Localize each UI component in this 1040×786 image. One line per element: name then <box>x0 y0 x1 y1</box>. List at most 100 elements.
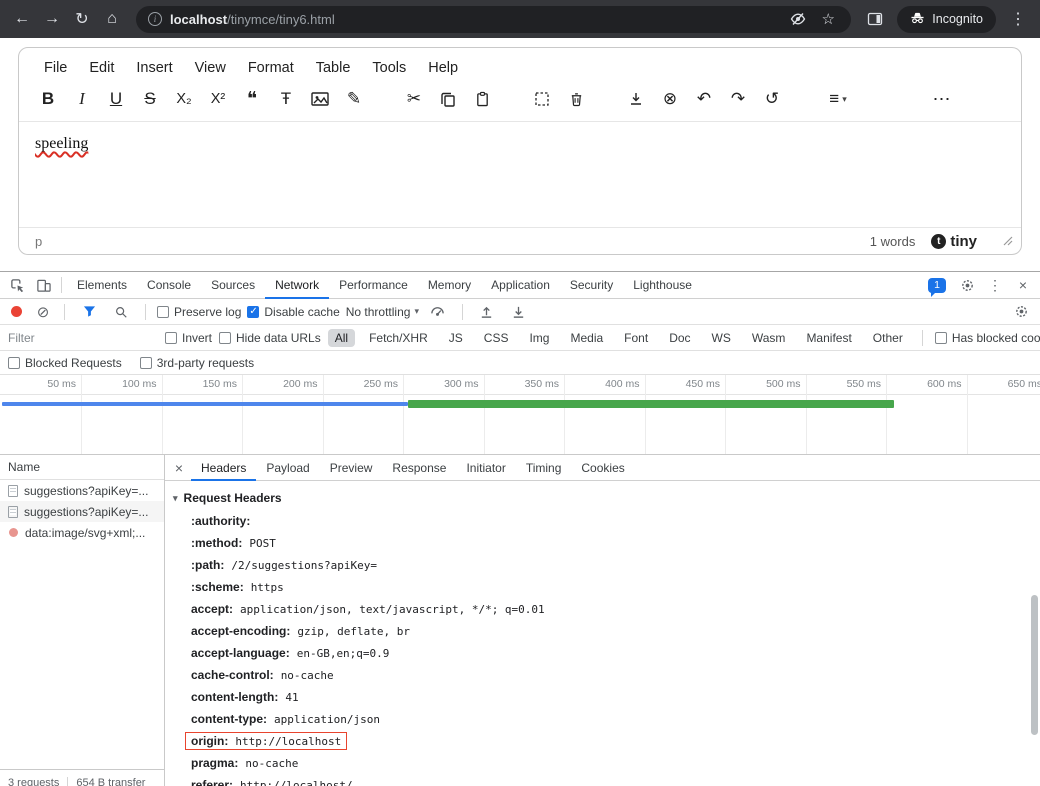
filter-chip-other[interactable]: Other <box>866 329 910 347</box>
undo-icon[interactable]: ↶ <box>687 85 721 113</box>
cut-icon[interactable]: ✂ <box>397 85 431 113</box>
disable-cache-checkbox[interactable]: Disable cache <box>247 305 339 319</box>
clear-icon[interactable]: ⊘ <box>33 303 53 321</box>
forward-icon[interactable]: → <box>38 5 66 33</box>
filter-chip-font[interactable]: Font <box>617 329 655 347</box>
misspelled-word[interactable]: speeling <box>35 135 88 152</box>
underline-icon[interactable]: U <box>99 85 133 113</box>
tab-memory[interactable]: Memory <box>418 272 481 299</box>
request-headers-section-toggle[interactable]: ▾ Request Headers <box>173 491 1040 505</box>
tab-elements[interactable]: Elements <box>67 272 137 299</box>
tab-initiator[interactable]: Initiator <box>456 455 515 481</box>
issues-counter-badge[interactable]: 1 <box>928 278 946 293</box>
export-har-icon[interactable] <box>506 299 532 325</box>
device-toolbar-icon[interactable] <box>30 272 56 298</box>
import-har-icon[interactable] <box>474 299 500 325</box>
waterfall-bar[interactable] <box>2 402 408 406</box>
filter-chip-fetch-xhr[interactable]: Fetch/XHR <box>362 329 435 347</box>
menu-help[interactable]: Help <box>419 57 467 79</box>
filter-chip-wasm[interactable]: Wasm <box>745 329 793 347</box>
more-toolbar-icon[interactable]: ⋯ <box>925 85 959 113</box>
reload-icon[interactable]: ↻ <box>68 5 96 33</box>
tab-timing[interactable]: Timing <box>516 455 572 481</box>
request-row[interactable]: suggestions?apiKey=... <box>0 501 164 522</box>
tab-application[interactable]: Application <box>481 272 560 299</box>
tab-security[interactable]: Security <box>560 272 623 299</box>
filter-chip-img[interactable]: Img <box>522 329 556 347</box>
menu-edit[interactable]: Edit <box>80 57 123 79</box>
search-icon[interactable] <box>108 299 134 325</box>
delete-icon[interactable] <box>559 85 593 113</box>
cancel-icon[interactable]: ⊗ <box>653 85 687 113</box>
bookmark-star-icon[interactable]: ☆ <box>817 10 839 28</box>
tab-lighthouse[interactable]: Lighthouse <box>623 272 702 299</box>
paste-icon[interactable] <box>465 85 499 113</box>
blocked-requests-checkbox[interactable]: Blocked Requests <box>8 356 122 370</box>
side-panel-icon[interactable] <box>861 5 889 33</box>
devtools-close-icon[interactable]: × <box>1010 272 1036 298</box>
name-column-header[interactable]: Name <box>0 455 164 480</box>
eye-off-icon[interactable] <box>787 11 809 27</box>
scrollbar-thumb[interactable] <box>1031 595 1038 735</box>
filter-chip-doc[interactable]: Doc <box>662 329 697 347</box>
close-details-icon[interactable]: × <box>167 460 191 476</box>
waterfall-bar[interactable] <box>408 400 894 408</box>
restore-draft-icon[interactable]: ↺ <box>755 85 789 113</box>
download-icon[interactable] <box>619 85 653 113</box>
superscript-icon[interactable]: X² <box>201 85 235 113</box>
filter-chip-css[interactable]: CSS <box>477 329 516 347</box>
settings-gear-icon[interactable] <box>954 272 980 298</box>
copy-icon[interactable] <box>431 85 465 113</box>
preserve-log-checkbox[interactable]: Preserve log <box>157 305 241 319</box>
devtools-kebab-icon[interactable]: ⋮ <box>982 272 1008 298</box>
tab-console[interactable]: Console <box>137 272 201 299</box>
insert-image-icon[interactable] <box>303 85 337 113</box>
tiny-brand-link[interactable]: t tiny <box>931 233 977 250</box>
strikethrough-icon[interactable]: S <box>133 85 167 113</box>
invert-checkbox[interactable]: Invert <box>165 331 212 345</box>
tab-payload[interactable]: Payload <box>256 455 319 481</box>
menu-table[interactable]: Table <box>307 57 360 79</box>
align-icon[interactable]: ≡▾ <box>815 85 861 113</box>
inspect-element-icon[interactable] <box>4 272 30 298</box>
filter-chip-js[interactable]: JS <box>442 329 470 347</box>
menu-view[interactable]: View <box>186 57 235 79</box>
resize-handle[interactable] <box>1003 236 1013 246</box>
timeline-overview[interactable]: 50 ms100 ms150 ms200 ms250 ms300 ms350 m… <box>0 375 1040 455</box>
tab-preview[interactable]: Preview <box>320 455 383 481</box>
tab-response[interactable]: Response <box>382 455 456 481</box>
tab-performance[interactable]: Performance <box>329 272 418 299</box>
address-bar[interactable]: i localhost/tinymce/tiny6.html ☆ <box>136 6 851 33</box>
hide-data-urls-checkbox[interactable]: Hide data URLs <box>219 331 321 345</box>
bold-icon[interactable]: B <box>31 85 65 113</box>
subscript-icon[interactable]: X₂ <box>167 85 201 113</box>
word-count[interactable]: 1 words <box>870 234 916 249</box>
editor-content-area[interactable]: speeling <box>19 121 1021 227</box>
site-info-icon[interactable]: i <box>148 12 162 26</box>
home-icon[interactable]: ⌂ <box>98 5 126 33</box>
filter-funnel-icon[interactable] <box>76 299 102 325</box>
network-settings-gear-icon[interactable] <box>1008 299 1034 325</box>
italic-icon[interactable]: I <box>65 85 99 113</box>
filter-chip-media[interactable]: Media <box>563 329 610 347</box>
tab-headers[interactable]: Headers <box>191 455 256 481</box>
tab-sources[interactable]: Sources <box>201 272 265 299</box>
select-all-icon[interactable] <box>525 85 559 113</box>
tab-cookies[interactable]: Cookies <box>571 455 634 481</box>
third-party-requests-checkbox[interactable]: 3rd-party requests <box>140 356 254 370</box>
redo-icon[interactable]: ↷ <box>721 85 755 113</box>
back-icon[interactable]: ← <box>8 5 36 33</box>
network-conditions-icon[interactable] <box>425 299 451 325</box>
filter-input[interactable] <box>8 331 158 345</box>
filter-chip-manifest[interactable]: Manifest <box>799 329 858 347</box>
menu-insert[interactable]: Insert <box>127 57 181 79</box>
filter-chip-ws[interactable]: WS <box>705 329 738 347</box>
request-row[interactable]: data:image/svg+xml;... <box>0 522 164 543</box>
blockquote-icon[interactable]: ❝ <box>235 85 269 113</box>
has-blocked-cookies-checkbox[interactable]: Has blocked cookies <box>935 331 1040 345</box>
menu-format[interactable]: Format <box>239 57 303 79</box>
throttling-dropdown[interactable]: No throttling ▾ <box>346 305 419 319</box>
tab-network[interactable]: Network <box>265 272 329 299</box>
permanent-pen-icon[interactable]: ✎ <box>337 85 371 113</box>
filter-chip-all[interactable]: All <box>328 329 355 347</box>
